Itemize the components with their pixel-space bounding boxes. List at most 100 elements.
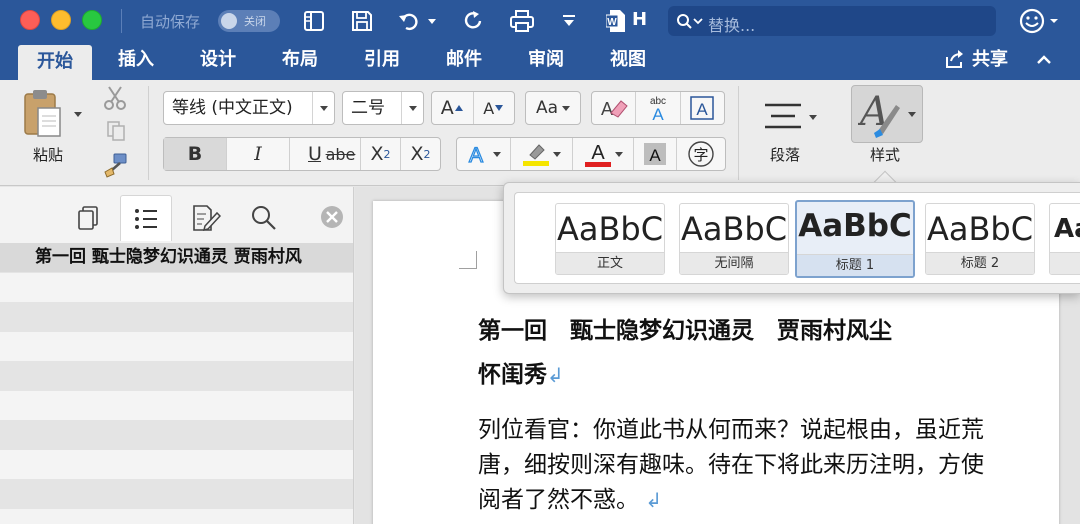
bold-button[interactable]: B	[164, 138, 227, 170]
highlight-button[interactable]	[511, 138, 573, 170]
highlighter-icon	[523, 144, 550, 166]
tab-review[interactable]: 审阅	[514, 42, 578, 80]
nav-row	[0, 361, 353, 391]
change-case-dropdown-icon[interactable]	[562, 105, 571, 111]
font-color-letter: A	[591, 142, 605, 164]
style-more[interactable]: Aa	[1049, 203, 1080, 275]
font-effects-group: A A A 字	[456, 137, 726, 171]
shading-letter: A	[650, 146, 662, 165]
nav-tab-search[interactable]	[238, 195, 290, 241]
style-normal[interactable]: AaBbC 正文	[555, 203, 665, 275]
style-no-spacing[interactable]: AaBbC 无间隔	[679, 203, 789, 275]
font-name-select[interactable]: 等线 (中文正文)	[163, 91, 335, 125]
clear-formatting-button[interactable]: A	[592, 92, 637, 124]
enclose-char: 字	[694, 146, 709, 164]
chevron-up-icon	[1037, 55, 1051, 64]
subscript-mark: 2	[383, 147, 391, 161]
collapse-ribbon-button[interactable]	[1036, 52, 1052, 71]
subscript-button[interactable]: X2	[361, 138, 401, 170]
styles-gallery-popup: AaBbC 正文 AaBbC 无间隔 AaBbC 标题 1 AaBbC 标题 2…	[503, 182, 1080, 294]
style-name: 无间隔	[680, 252, 788, 274]
arrow-up-icon	[454, 105, 463, 111]
highlight-dropdown-icon[interactable]	[553, 151, 562, 157]
search-box[interactable]: 替换...	[668, 6, 996, 36]
nav-tab-headings[interactable]	[120, 195, 172, 241]
sidebar-toggle-button[interactable]	[298, 5, 330, 37]
svg-text:A: A	[469, 144, 483, 167]
align-center-icon	[765, 103, 801, 129]
tab-layout[interactable]: 布局	[268, 42, 332, 80]
close-window-button[interactable]	[20, 10, 40, 30]
group-separator	[738, 86, 739, 180]
print-button[interactable]	[504, 5, 540, 37]
edit-document-icon	[193, 205, 221, 232]
tab-insert[interactable]: 插入	[104, 42, 168, 80]
paste-button[interactable]	[18, 86, 68, 142]
feedback-button[interactable]	[1018, 7, 1062, 39]
paragraph-text: 列位看官：你道此书从何而来？说起根由，虽近荒唐，细按则深有趣味。待在下将此来历注…	[478, 417, 984, 513]
autosave-state: 关闭	[244, 15, 266, 28]
enclose-characters-button[interactable]: 字	[677, 138, 725, 170]
save-button[interactable]	[346, 5, 378, 37]
font-size-dropdown-icon[interactable]	[401, 92, 423, 124]
tab-references[interactable]: 引用	[350, 42, 414, 80]
zoom-window-button[interactable]	[82, 10, 102, 30]
phonetic-guide-button[interactable]: abc A	[636, 92, 681, 124]
scissors-icon	[104, 86, 126, 110]
document-heading[interactable]: 第一回 甄士隐梦幻识通灵 贾雨村风尘 怀闺秀↲	[478, 309, 998, 397]
nav-heading-item[interactable]: 第一回 甄士隐梦幻识通灵 贾雨村风	[0, 243, 353, 272]
format-painter-button[interactable]	[100, 150, 132, 180]
font-color-icon: A	[584, 142, 611, 167]
style-heading-2[interactable]: AaBbC 标题 2	[925, 203, 1035, 275]
toggle-knob	[221, 13, 237, 29]
style-heading-1[interactable]: AaBbC 标题 1	[795, 200, 915, 278]
character-shading-button[interactable]: A	[634, 138, 678, 170]
font-color-button[interactable]: A	[573, 138, 635, 170]
nav-tab-thumbnails[interactable]	[62, 195, 114, 241]
paragraph-mark-icon: ↲	[547, 363, 564, 387]
paragraph-label: 段落	[770, 146, 801, 164]
superscript-letter: X	[410, 143, 424, 165]
customize-toolbar-button[interactable]	[556, 5, 582, 37]
tab-mailings[interactable]: 邮件	[432, 42, 496, 80]
close-nav-pane-button[interactable]	[320, 205, 344, 233]
grow-font-letter: A	[440, 97, 454, 119]
tab-design[interactable]: 设计	[186, 42, 250, 80]
share-button[interactable]: 共享	[944, 42, 1008, 80]
font-name-dropdown-icon[interactable]	[312, 92, 334, 124]
undo-button[interactable]	[394, 5, 440, 37]
copy-button[interactable]	[102, 118, 130, 144]
text-effects-dropdown-icon[interactable]	[493, 151, 502, 157]
strikethrough-button[interactable]: abe	[321, 138, 361, 170]
character-shading-icon: A	[644, 143, 667, 165]
superscript-button[interactable]: X2	[401, 138, 440, 170]
styles-dropdown-icon[interactable]	[908, 111, 916, 117]
minimize-window-button[interactable]	[51, 10, 71, 30]
copy-icon	[107, 121, 125, 141]
paragraph-button[interactable]	[756, 92, 822, 142]
redo-button[interactable]	[458, 5, 490, 37]
styles-button[interactable]: A	[851, 85, 923, 143]
change-case-button[interactable]: Aa	[525, 91, 581, 125]
undo-dropdown-icon[interactable]	[428, 18, 436, 24]
font-name-value: 等线 (中文正文)	[172, 98, 293, 118]
text-effects-button[interactable]: A	[457, 138, 511, 170]
autosave-toggle[interactable]: 关闭	[218, 10, 280, 32]
svg-text:A: A	[697, 100, 709, 119]
paste-dropdown-icon[interactable]	[74, 112, 82, 117]
italic-button[interactable]: I	[227, 138, 290, 170]
cut-button[interactable]	[100, 84, 130, 112]
font-size-grow-shrink: A A	[431, 91, 515, 125]
font-size-select[interactable]: 二号	[342, 91, 424, 125]
style-name	[1050, 252, 1080, 274]
search-icon	[677, 14, 703, 29]
tab-view[interactable]: 视图	[596, 42, 660, 80]
nav-tab-notes[interactable]	[180, 195, 232, 241]
font-color-dropdown-icon[interactable]	[614, 151, 623, 157]
character-border-button[interactable]: A	[681, 92, 724, 124]
paragraph-dropdown-icon[interactable]	[809, 114, 817, 120]
grow-font-button[interactable]: A	[432, 92, 474, 124]
shrink-font-button[interactable]: A	[474, 92, 515, 124]
document-paragraph[interactable]: 列位看官：你道此书从何而来？说起根由，虽近荒唐，细按则深有趣味。待在下将此来历注…	[478, 413, 998, 518]
tab-home[interactable]: 开始	[18, 45, 92, 80]
